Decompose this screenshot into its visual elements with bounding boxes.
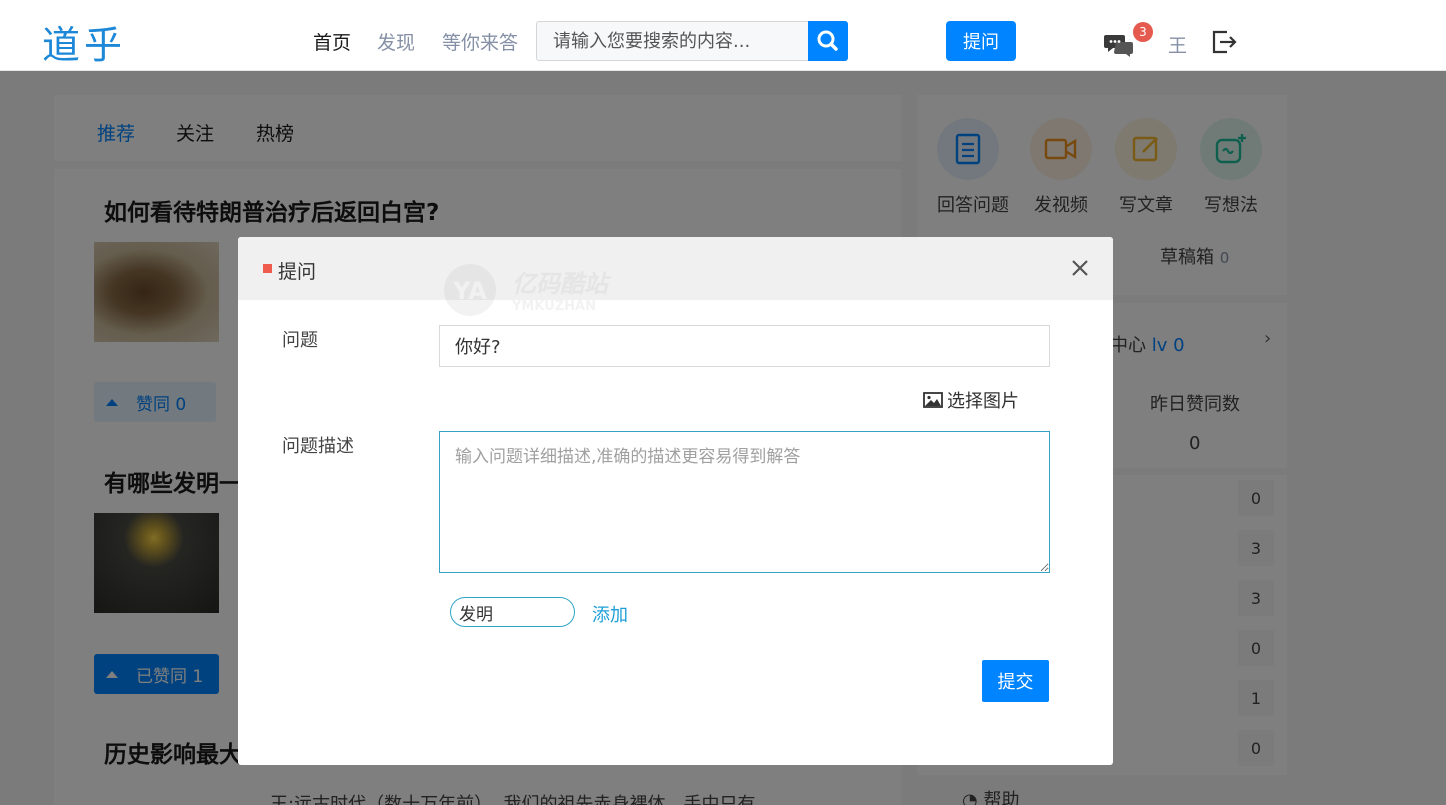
ask-question-button[interactable]: 提问: [946, 21, 1016, 61]
image-icon: [923, 392, 943, 408]
logout-icon[interactable]: [1210, 28, 1238, 60]
user-name[interactable]: 王: [1168, 31, 1187, 58]
nav-waiting-answers[interactable]: 等你来答: [442, 28, 518, 55]
nav-home[interactable]: 首页: [313, 28, 351, 55]
dialog-title: 提问: [278, 261, 317, 283]
site-logo[interactable]: 道乎: [42, 14, 126, 69]
search-icon: [817, 30, 838, 51]
question-field-label: 问题: [282, 330, 318, 351]
message-count-badge: 3: [1133, 22, 1153, 42]
description-textarea[interactable]: [439, 431, 1050, 573]
watermark-logo: YA 亿码酷站 YMKUZHAN: [442, 262, 632, 322]
search-button[interactable]: [808, 21, 848, 61]
title-marker: [263, 264, 272, 273]
top-header: 道乎 首页 发现 等你来答 提问 3 王: [0, 0, 1446, 71]
search-input[interactable]: [536, 21, 808, 61]
add-tag-link[interactable]: 添加: [592, 601, 628, 627]
choose-image-button[interactable]: 选择图片: [923, 387, 1019, 413]
dialog-header: [238, 237, 1113, 300]
tag-input[interactable]: [450, 597, 575, 627]
description-field-label: 问题描述: [282, 436, 354, 457]
question-input[interactable]: [439, 325, 1050, 367]
svg-text:YA: YA: [452, 277, 487, 305]
ask-question-dialog: 提问 YA 亿码酷站 YMKUZHAN 问题 选择图片 问题描述 添加 提交: [238, 237, 1113, 765]
choose-image-label: 选择图片: [947, 391, 1019, 412]
watermark-text: 亿码酷站: [512, 270, 612, 298]
watermark-subtext: YMKUZHAN: [511, 299, 596, 314]
nav-discover[interactable]: 发现: [377, 28, 415, 55]
submit-button[interactable]: 提交: [982, 660, 1049, 702]
messages-icon[interactable]: [1104, 32, 1134, 62]
close-icon[interactable]: [1070, 258, 1090, 278]
